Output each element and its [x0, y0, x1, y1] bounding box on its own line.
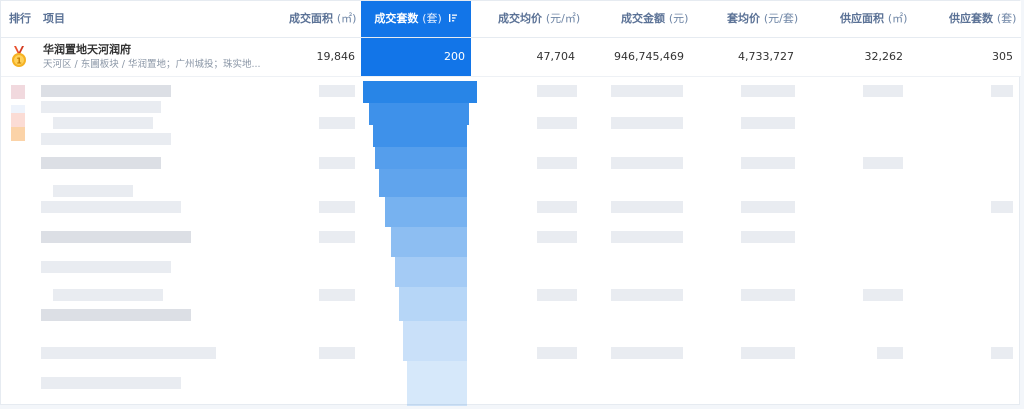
header-avg-price[interactable]: 成交均价 (元/㎡) — [498, 1, 580, 37]
blurred-text — [41, 377, 181, 389]
blurred-text — [41, 309, 191, 321]
blurred-value — [611, 157, 683, 169]
blurred-bar — [379, 169, 467, 197]
gold-medal-icon: 1 — [12, 46, 26, 67]
table-header: 排行 项目 成交面积 (㎡) 成交套数 (套) 成交均价 (元/㎡) 成交金额 … — [1, 1, 1021, 38]
blurred-text — [53, 117, 153, 129]
blurred-value — [319, 157, 355, 169]
ranking-table: 排行 项目 成交面积 (㎡) 成交套数 (套) 成交均价 (元/㎡) 成交金额 … — [0, 0, 1021, 406]
blurred-bar — [369, 103, 469, 125]
blurred-text — [41, 133, 171, 145]
blurred-value — [611, 289, 683, 301]
blurred-bar — [385, 197, 467, 227]
blurred-value — [611, 117, 683, 129]
blurred-value — [741, 157, 795, 169]
blurred-value — [741, 85, 795, 97]
blurred-text — [41, 231, 191, 243]
header-avg-unit-price[interactable]: 套均价 (元/套) — [727, 1, 798, 37]
blurred-value — [319, 347, 355, 359]
blurred-value — [611, 231, 683, 243]
blurred-value — [537, 85, 577, 97]
blurred-value — [319, 85, 355, 97]
blurred-bar — [399, 287, 467, 321]
blurred-text — [41, 201, 181, 213]
project-location: 天河区 / 东圃板块 / 华润置地；广州城投；珠实地... — [43, 59, 261, 70]
blurred-value — [611, 347, 683, 359]
blurred-value — [741, 347, 795, 359]
blurred-bar — [403, 321, 467, 361]
project-name[interactable]: 华润置地天河润府 — [43, 43, 131, 57]
table-row[interactable]: 1 华润置地天河润府 天河区 / 东圃板块 / 华润置地；广州城投；珠实地...… — [1, 38, 1021, 77]
blurred-value — [537, 289, 577, 301]
cell-avg-price: 47,704 — [536, 50, 576, 63]
blurred-text — [41, 261, 171, 273]
svg-text:1: 1 — [16, 57, 22, 66]
blurred-rank — [11, 127, 25, 141]
cell-amount: 946,745,469 — [614, 50, 684, 63]
blurred-value — [741, 201, 795, 213]
blurred-bar — [375, 147, 467, 169]
header-amount[interactable]: 成交金额 (元) — [621, 1, 688, 37]
cell-units: 200 — [361, 38, 471, 76]
blurred-rank — [11, 113, 25, 127]
cell-area: 19,846 — [316, 50, 356, 63]
blurred-text — [41, 347, 216, 359]
cell-supply-area: 32,262 — [864, 50, 904, 63]
blurred-value — [537, 117, 577, 129]
sort-descending-icon — [448, 14, 457, 22]
blurred-value — [537, 201, 577, 213]
blurred-value — [991, 85, 1013, 97]
blurred-rank — [11, 85, 25, 99]
blurred-value — [319, 117, 355, 129]
header-units-sorted[interactable]: 成交套数 (套) — [361, 1, 471, 37]
blurred-bar — [363, 81, 477, 103]
blurred-value — [611, 201, 683, 213]
cell-supply-units: 305 — [992, 50, 1013, 63]
header-rank: 排行 — [9, 12, 31, 25]
blurred-value — [537, 347, 577, 359]
blurred-value — [319, 289, 355, 301]
header-area[interactable]: 成交面积 (㎡) — [289, 1, 356, 37]
blurred-value — [537, 231, 577, 243]
blurred-value — [537, 157, 577, 169]
blurred-value — [741, 289, 795, 301]
blurred-text — [53, 289, 163, 301]
blurred-value — [863, 157, 903, 169]
blurred-text — [53, 185, 133, 197]
blurred-value — [741, 231, 795, 243]
blurred-text — [41, 101, 161, 113]
blurred-text — [41, 85, 171, 97]
blurred-value — [611, 85, 683, 97]
header-project: 项目 — [43, 12, 65, 25]
blurred-value — [991, 201, 1013, 213]
blurred-value — [863, 85, 903, 97]
blurred-value — [319, 201, 355, 213]
blurred-value — [991, 347, 1013, 359]
blurred-value — [877, 347, 903, 359]
blurred-value — [741, 117, 795, 129]
cell-avg-unit-price: 4,733,727 — [738, 50, 794, 63]
header-supply-area[interactable]: 供应面积 (㎡) — [840, 1, 907, 37]
blurred-value — [319, 231, 355, 243]
header-supply-units[interactable]: 供应套数 (套) — [949, 1, 1016, 37]
blurred-value — [863, 289, 903, 301]
blurred-bar — [391, 227, 467, 257]
blurred-rows — [1, 77, 1021, 406]
blurred-bar — [395, 257, 467, 287]
blurred-bar — [373, 125, 467, 147]
blurred-text — [41, 157, 161, 169]
blurred-bar — [407, 361, 467, 406]
